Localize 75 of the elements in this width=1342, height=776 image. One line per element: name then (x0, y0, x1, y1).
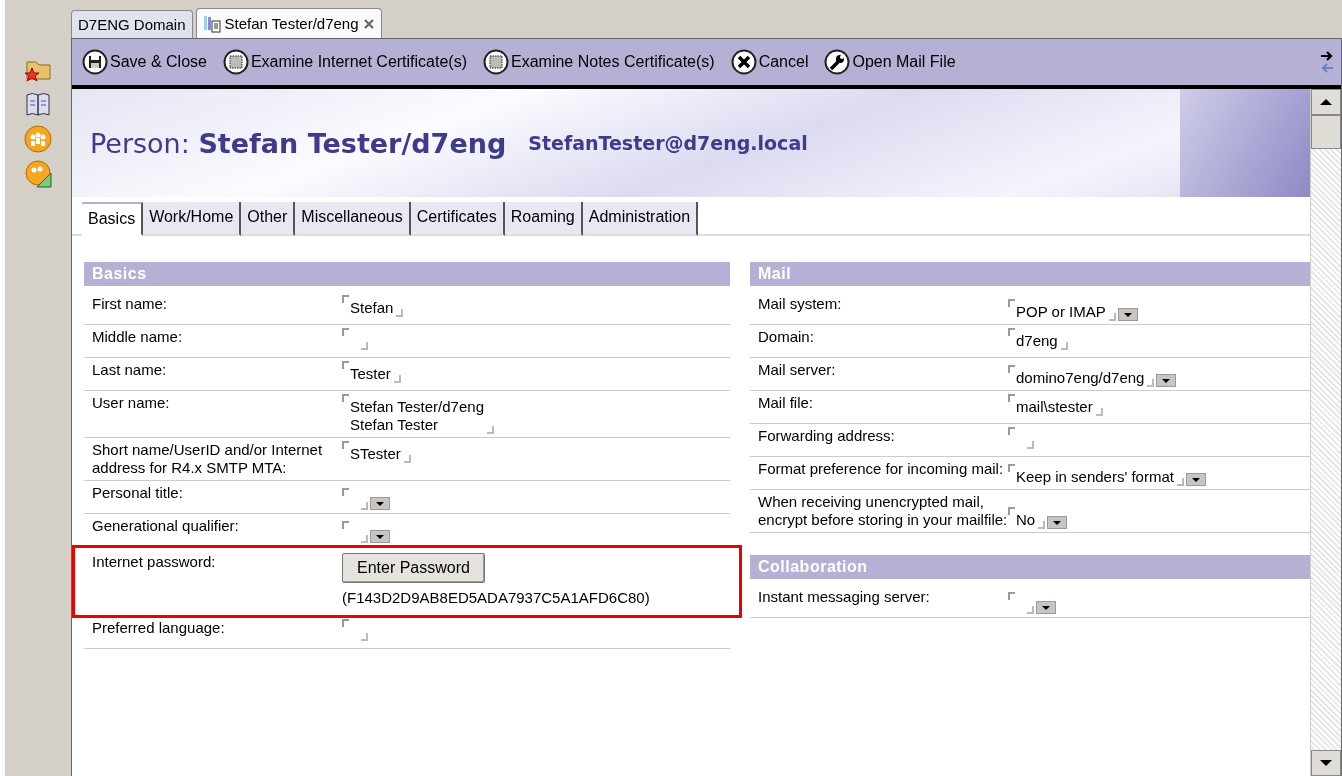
field-label: When receiving unencrypted mail, encrypt before storing in your mailfile: (757, 493, 1008, 529)
field-value[interactable]: POP or IMAP (1008, 299, 1116, 321)
form-tab[interactable]: Roaming (504, 202, 583, 236)
floppy-disk-icon (82, 49, 108, 75)
toolbar-button[interactable]: Open Mail File (822, 47, 958, 77)
scroll-down-button[interactable] (1311, 750, 1341, 776)
close-icon[interactable] (362, 17, 375, 30)
empty-field[interactable] (342, 619, 368, 641)
field-label: First name: (91, 295, 168, 314)
field-label: Short name/UserID and/or Internet address for R4.x SMTP MTA: (91, 441, 324, 477)
field-value[interactable]: d7eng (1008, 328, 1068, 350)
field-label: Middle name: (91, 328, 184, 347)
dropdown-button[interactable] (370, 530, 390, 543)
field-label: Domain: (757, 328, 815, 347)
field-label: Mail server: (757, 361, 837, 380)
form-tab[interactable]: Work/Home (143, 202, 242, 236)
section-header: Mail (750, 262, 1310, 286)
field-value[interactable]: No (1008, 507, 1046, 529)
field-label: Internet password: (91, 553, 217, 572)
field-label: Mail system: (757, 295, 843, 314)
form-tab[interactable]: Other (241, 202, 296, 236)
dropdown-button[interactable] (1156, 374, 1177, 387)
toolbar-button[interactable]: Save & Close (80, 47, 209, 77)
toolbar-button[interactable]: Examine Internet Certificate(s) (220, 47, 469, 77)
field-label: Personal title: (91, 484, 184, 503)
certificate-icon (222, 49, 249, 75)
people-icon[interactable] (23, 124, 53, 154)
field-label: User name: (91, 394, 171, 413)
field-label: Instant messaging server: (757, 588, 931, 607)
empty-field[interactable] (342, 521, 368, 543)
field-value[interactable]: Keep in senders' format (1008, 464, 1184, 486)
x-icon (730, 49, 757, 75)
field-value[interactable]: Stefan Tester/d7eng Stefan Tester (342, 394, 494, 434)
dropdown-button[interactable] (1036, 601, 1056, 614)
certificate-icon (483, 49, 509, 75)
window-tab[interactable]: Stefan Tester/d7eng (195, 8, 382, 38)
scroll-up-button[interactable] (1311, 89, 1341, 115)
scrollbar[interactable] (1310, 89, 1341, 776)
toolbar-button[interactable]: Examine Notes Certificate(s) (481, 47, 717, 77)
field-value[interactable]: mail\stester (1008, 394, 1103, 416)
field-label: Mail file: (757, 394, 814, 413)
field-value[interactable]: Stefan (342, 295, 404, 317)
arrows-icon[interactable] (1319, 49, 1335, 75)
form-tab[interactable]: Administration (582, 202, 699, 236)
form-tab[interactable]: Miscellaneous (295, 202, 411, 236)
email-address: StefanTester@d7eng.local (528, 132, 808, 154)
field-label: Last name: (91, 361, 168, 380)
field-label: Preferred language: (91, 619, 226, 638)
empty-field[interactable] (342, 488, 368, 510)
enter-password-button[interactable]: Enter Password (342, 553, 485, 583)
scroll-thumb[interactable] (1311, 115, 1341, 149)
section-header: Collaboration (750, 555, 1310, 579)
dropdown-button[interactable] (1185, 473, 1206, 486)
field-value[interactable]: Tester (342, 361, 401, 383)
field-value[interactable]: domino7eng/d7eng (1008, 365, 1155, 387)
form-tab[interactable]: Certificates (410, 202, 505, 236)
people-ruler-icon[interactable] (23, 159, 53, 189)
empty-field[interactable] (1008, 427, 1034, 449)
wrench-icon (824, 49, 851, 75)
dropdown-button[interactable] (370, 497, 390, 510)
password-hash: (F143D2D9AB8ED5ADA7937C5A1AFD6C80) (342, 589, 651, 607)
field-value[interactable]: STester (342, 441, 411, 463)
document-icon (202, 14, 221, 33)
empty-field[interactable] (342, 328, 368, 350)
field-label: Generational qualifier: (91, 517, 240, 536)
window-tab[interactable]: D7ENG Domain (71, 10, 193, 38)
section-header: Basics (84, 262, 730, 286)
dropdown-button[interactable] (1047, 516, 1068, 529)
field-label: Format preference for incoming mail: (757, 460, 1005, 479)
dropdown-button[interactable] (1117, 308, 1138, 321)
empty-field[interactable] (1008, 592, 1034, 614)
toolbar-button[interactable]: Cancel (728, 47, 811, 77)
field-label: Forwarding address: (757, 427, 896, 446)
document-title: Person: Stefan Tester/d7eng (90, 127, 507, 159)
form-tab[interactable]: Basics (82, 202, 144, 236)
